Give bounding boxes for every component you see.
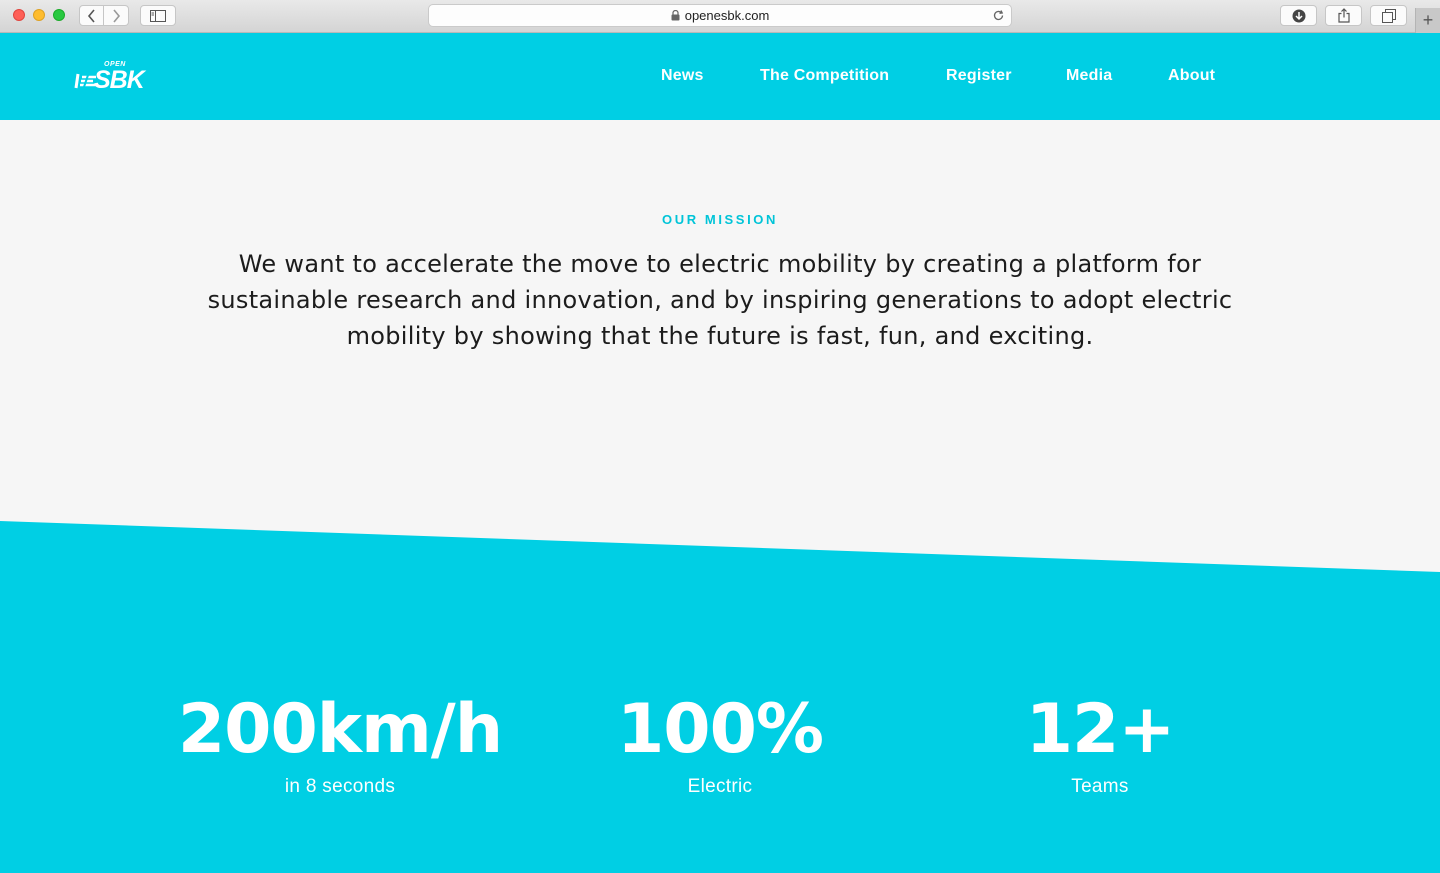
- stat-electric: 100% Electric: [540, 690, 900, 798]
- chevron-right-icon: [113, 8, 121, 23]
- nav-media[interactable]: Media: [1066, 67, 1112, 85]
- forward-button[interactable]: [104, 5, 129, 26]
- url-text: openesbk.com: [684, 8, 770, 23]
- sidebar-icon: [150, 9, 166, 22]
- browser-toolbar: openesbk.com +: [0, 0, 1440, 33]
- minimize-window-button[interactable]: [33, 9, 45, 21]
- nav-about[interactable]: About: [1168, 67, 1215, 85]
- sidebar-button[interactable]: [140, 5, 176, 26]
- stat-caption: Teams: [1071, 776, 1129, 797]
- reload-icon[interactable]: [992, 9, 1005, 25]
- nav-news[interactable]: News: [661, 67, 704, 85]
- show-tabs-button[interactable]: [1370, 5, 1407, 26]
- stat-value: 12+: [1025, 690, 1176, 769]
- mission-statement: We want to accelerate the move to electr…: [207, 250, 1233, 350]
- download-icon: [1292, 9, 1305, 22]
- stat-top-speed: 200km/h in 8 seconds: [160, 690, 520, 798]
- nav-register[interactable]: Register: [946, 67, 1012, 85]
- share-button[interactable]: [1325, 5, 1362, 26]
- stat-value: 100%: [616, 690, 824, 769]
- chevron-left-icon: [87, 8, 95, 23]
- main-navigation: News The Competition Register Media Abou…: [0, 67, 1440, 87]
- stat-caption: in 8 seconds: [284, 776, 396, 797]
- nav-the-competition[interactable]: The Competition: [760, 67, 889, 85]
- site-header: OPEN SBK News The Competition Register M…: [0, 33, 1440, 120]
- stat-value: 200km/h: [177, 690, 503, 769]
- stat-caption: Electric: [687, 776, 753, 797]
- downloads-button[interactable]: [1280, 5, 1317, 26]
- share-icon: [1337, 8, 1350, 23]
- new-tab-button[interactable]: +: [1415, 8, 1440, 33]
- zoom-window-button[interactable]: [53, 9, 65, 21]
- address-bar[interactable]: openesbk.com: [428, 4, 1012, 27]
- lock-icon: [671, 10, 680, 21]
- tabs-icon: [1381, 8, 1396, 23]
- mission-label: OUR MISSION: [662, 212, 778, 227]
- stat-teams: 12+ Teams: [920, 690, 1280, 798]
- close-window-button[interactable]: [13, 9, 25, 21]
- back-button[interactable]: [79, 5, 104, 26]
- page-content: OPEN SBK News The Competition Register M…: [0, 33, 1440, 873]
